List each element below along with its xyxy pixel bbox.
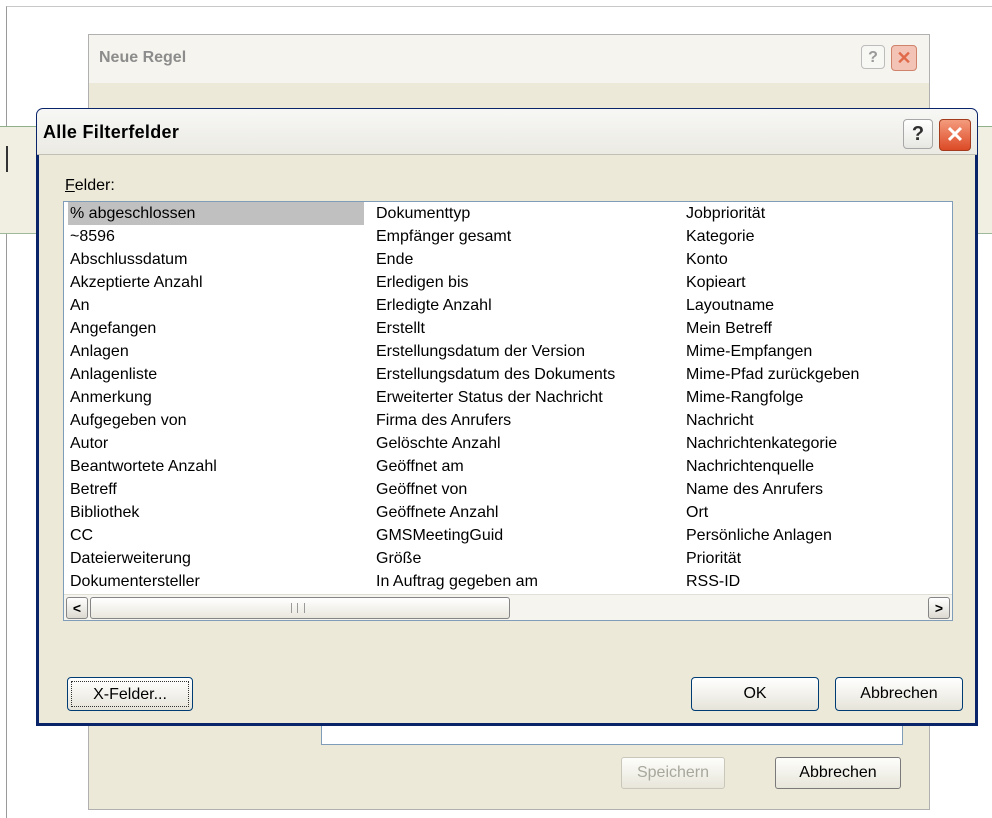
- list-item[interactable]: Erstellungsdatum des Dokuments: [374, 363, 684, 386]
- list-item[interactable]: Ende: [374, 248, 684, 271]
- list-item[interactable]: Empfänger gesamt: [374, 225, 684, 248]
- list-item[interactable]: Mein Betreff: [684, 317, 944, 340]
- list-item[interactable]: Mime-Rangfolge: [684, 386, 944, 409]
- fields-listbox[interactable]: % abgeschlossen ~8596 Abschlussdatum Akzept…: [63, 201, 953, 621]
- list-item[interactable]: Mime-Empfangen: [684, 340, 944, 363]
- list-item[interactable]: Größe: [374, 547, 684, 570]
- list-item[interactable]: Geöffnet am: [374, 455, 684, 478]
- dialog-title: Alle Filterfelder: [43, 122, 180, 142]
- list-item[interactable]: Kopieart: [684, 271, 944, 294]
- list-item[interactable]: Akzeptierte Anzahl: [68, 271, 364, 294]
- fields-column-1: % abgeschlossen ~8596 Abschlussdatum Akzept…: [68, 202, 364, 616]
- neue-regel-cancel-button[interactable]: Abbrechen: [775, 757, 901, 789]
- scroll-right-icon[interactable]: >: [928, 597, 950, 619]
- x-fields-button-label: X-Felder...: [71, 681, 189, 707]
- list-item[interactable]: CC: [68, 524, 364, 547]
- fields-column-3: Jobpriorität Kategorie Konto Kopieart Layout…: [684, 202, 944, 616]
- scrollbar-thumb[interactable]: [90, 597, 510, 619]
- horizontal-scrollbar[interactable]: < >: [64, 594, 952, 620]
- dialog-body: Felder: % abgeschlossen ~8596 Abschlussdat…: [39, 155, 975, 723]
- neue-regel-titlebar: [89, 35, 929, 83]
- list-item[interactable]: GMSMeetingGuid: [374, 524, 684, 547]
- list-item[interactable]: Geöffnete Anzahl: [374, 501, 684, 524]
- list-item[interactable]: An: [68, 294, 364, 317]
- list-item[interactable]: Firma des Anrufers: [374, 409, 684, 432]
- list-item[interactable]: Autor: [68, 432, 364, 455]
- list-item[interactable]: Dokumentersteller: [68, 570, 364, 593]
- scroll-left-icon[interactable]: <: [66, 597, 88, 619]
- help-icon[interactable]: ?: [903, 119, 933, 149]
- x-fields-button[interactable]: X-Felder...: [67, 677, 193, 711]
- list-item[interactable]: Anlagen: [68, 340, 364, 363]
- list-item[interactable]: Priorität: [684, 547, 944, 570]
- fields-label-text: elder:: [74, 177, 115, 194]
- list-item[interactable]: Anmerkung: [68, 386, 364, 409]
- list-item[interactable]: Erstellungsdatum der Version: [374, 340, 684, 363]
- background-edge-glyph: [0, 146, 8, 172]
- list-item[interactable]: Ort: [684, 501, 944, 524]
- neue-regel-help-icon[interactable]: ?: [861, 45, 885, 69]
- list-item[interactable]: Kategorie: [684, 225, 944, 248]
- scrollbar-grip-icon: [291, 603, 305, 613]
- close-icon[interactable]: ✕: [939, 119, 971, 151]
- list-item[interactable]: Abschlussdatum: [68, 248, 364, 271]
- list-item[interactable]: Aufgegeben von: [68, 409, 364, 432]
- list-item[interactable]: Persönliche Anlagen: [684, 524, 944, 547]
- list-item[interactable]: Dokumenttyp: [374, 202, 684, 225]
- list-item[interactable]: Jobpriorität: [684, 202, 944, 225]
- ok-button[interactable]: OK: [691, 677, 819, 711]
- cancel-button[interactable]: Abbrechen: [835, 677, 963, 711]
- list-item[interactable]: Layoutname: [684, 294, 944, 317]
- list-item[interactable]: Anlagenliste: [68, 363, 364, 386]
- fields-label-accelerator: F: [65, 177, 75, 194]
- neue-regel-close-icon[interactable]: ✕: [891, 45, 917, 71]
- list-item[interactable]: Betreff: [68, 478, 364, 501]
- list-item[interactable]: Erstellt: [374, 317, 684, 340]
- list-item[interactable]: Nachrichtenkategorie: [684, 432, 944, 455]
- list-item[interactable]: Beantwortete Anzahl: [68, 455, 364, 478]
- list-item[interactable]: Dateierweiterung: [68, 547, 364, 570]
- list-item[interactable]: Erweiterter Status der Nachricht: [374, 386, 684, 409]
- list-item[interactable]: Nachrichtenquelle: [684, 455, 944, 478]
- list-item[interactable]: Erledigen bis: [374, 271, 684, 294]
- fields-column-2: Dokumenttyp Empfänger gesamt Ende Erledigen…: [374, 202, 684, 616]
- list-item[interactable]: Konto: [684, 248, 944, 271]
- list-item[interactable]: Nachricht: [684, 409, 944, 432]
- list-item[interactable]: Name des Anrufers: [684, 478, 944, 501]
- list-item[interactable]: Erledigte Anzahl: [374, 294, 684, 317]
- list-item[interactable]: Mime-Pfad zurückgeben: [684, 363, 944, 386]
- fields-label: Felder:: [65, 177, 115, 195]
- list-item[interactable]: ~8596: [68, 225, 364, 248]
- list-item[interactable]: Gelöschte Anzahl: [374, 432, 684, 455]
- dialog-titlebar[interactable]: Alle Filterfelder ? ✕: [37, 109, 977, 155]
- neue-regel-field: [321, 725, 903, 745]
- list-item[interactable]: % abgeschlossen: [68, 202, 364, 225]
- list-item[interactable]: Geöffnet von: [374, 478, 684, 501]
- neue-regel-title: Neue Regel: [99, 49, 187, 66]
- list-item[interactable]: Bibliothek: [68, 501, 364, 524]
- alle-filterfelder-dialog: Alle Filterfelder ? ✕ Felder: % abgeschl…: [36, 108, 978, 726]
- list-item[interactable]: RSS-ID: [684, 570, 944, 593]
- list-item[interactable]: In Auftrag gegeben am: [374, 570, 684, 593]
- list-item[interactable]: Angefangen: [68, 317, 364, 340]
- save-button: Speichern: [621, 757, 725, 789]
